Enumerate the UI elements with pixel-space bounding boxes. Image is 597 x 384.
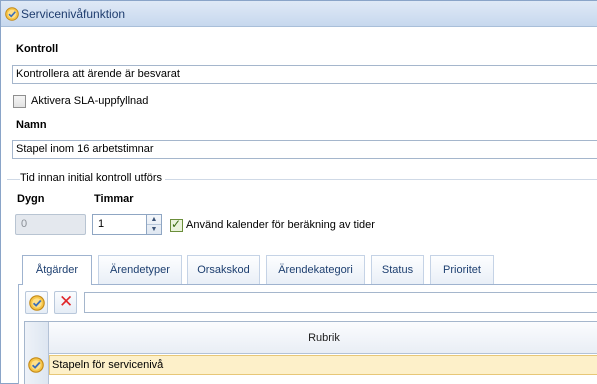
filter-input[interactable]: [84, 292, 597, 313]
calendar-checkbox-label: Använd kalender för beräkning av tider: [186, 219, 375, 231]
checkmark-icon: ✓: [171, 217, 182, 231]
column-header-rubrik[interactable]: Rubrik: [49, 322, 597, 354]
tab-strip: Åtgärder Ärendetyper Orsakskod Ärendekat…: [18, 255, 597, 285]
timmar-field[interactable]: 1: [92, 214, 147, 235]
add-action-button[interactable]: [25, 291, 48, 314]
namn-field[interactable]: Stapel inom 16 arbetstimnar: [12, 140, 597, 159]
tab-arendekategori[interactable]: Ärendekategori: [266, 255, 365, 284]
kontroll-label: Kontroll: [16, 43, 59, 55]
tab-atgarder[interactable]: Åtgärder: [22, 255, 92, 285]
service-level-window: Servicenivåfunktion Kontroll Kontrollera…: [0, 0, 597, 384]
stepper-down-icon[interactable]: ▼: [147, 225, 161, 235]
sla-checkbox[interactable]: [13, 95, 26, 108]
tab-prioritet[interactable]: Prioritet: [430, 255, 494, 284]
close-icon: ✕: [59, 292, 74, 311]
badge-check-icon: [28, 357, 44, 373]
tab-arendetyper[interactable]: Ärendetyper: [98, 255, 182, 284]
timmar-stepper[interactable]: ▲ ▼: [147, 214, 162, 235]
badge-check-icon: [29, 295, 45, 311]
title-bar: Servicenivåfunktion: [1, 1, 597, 27]
timmar-label: Timmar: [94, 193, 134, 205]
dygn-field: 0: [15, 214, 86, 235]
sla-checkbox-label: Aktivera SLA-uppfyllnad: [31, 95, 149, 107]
dygn-label: Dygn: [17, 193, 45, 205]
tab-status[interactable]: Status: [371, 255, 424, 284]
actions-grid: Rubrik Stapeln för servicenivå: [24, 321, 597, 384]
badge-check-icon: [5, 7, 19, 21]
tab-orsakskod[interactable]: Orsakskod: [187, 255, 260, 284]
table-row[interactable]: Stapeln för servicenivå: [49, 355, 597, 375]
namn-label: Namn: [16, 119, 47, 131]
stepper-up-icon[interactable]: ▲: [147, 215, 161, 225]
kontroll-field[interactable]: Kontrollera att ärende är besvarat: [12, 65, 597, 84]
calendar-checkbox[interactable]: ✓: [170, 217, 183, 232]
grid-row-header: [25, 322, 49, 384]
time-group-label: Tid innan initial kontroll utförs: [20, 172, 166, 184]
window-title: Servicenivåfunktion: [21, 7, 126, 21]
delete-action-button[interactable]: ✕: [54, 291, 77, 314]
